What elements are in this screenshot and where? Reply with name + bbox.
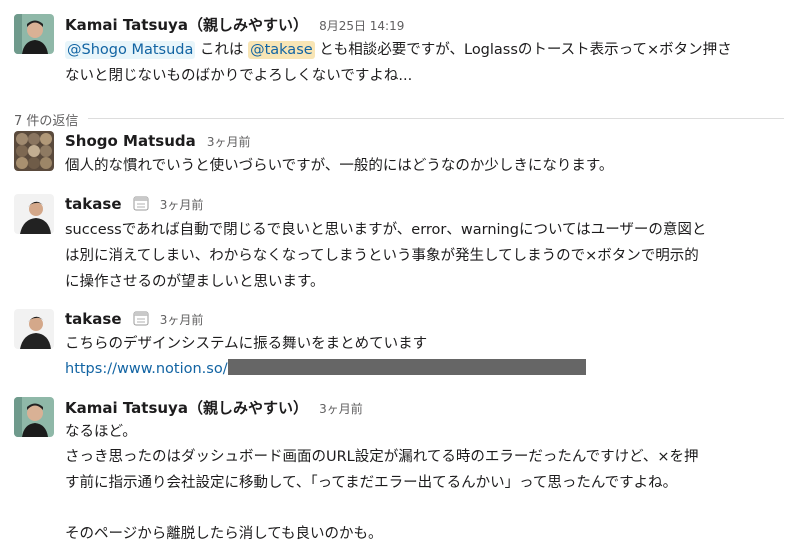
avatar-shogo[interactable] — [14, 131, 54, 171]
message-line: に操作させるのが望ましいと思います。 — [65, 274, 325, 290]
reply-count-divider: 7 件の返信 — [14, 110, 784, 129]
message-header: Kamai Tatsuya（親しみやすい） 3ヶ月前 — [65, 397, 363, 418]
avatar-takase[interactable] — [14, 309, 54, 349]
calendar-emoji-icon[interactable] — [133, 310, 149, 326]
divider-rule — [14, 118, 784, 119]
redacted-url — [227, 359, 586, 375]
message-text: とも相談必要ですが、Loglassのトースト表示って×ボタン押さ — [314, 42, 732, 58]
author-name[interactable]: Kamai Tatsuya（親しみやすい） — [65, 399, 308, 417]
message-line: 個人的な慣れでいうと使いづらいですが、一般的にはどうなのか少しきになります。 — [65, 158, 614, 174]
timestamp[interactable]: 3ヶ月前 — [207, 135, 251, 149]
message-header: Kamai Tatsuya（親しみやすい） 8月25日 14:19 — [65, 14, 404, 35]
message-line: す前に指示通り会社設定に移動して、「ってまだエラー出てるんかい」って思ったんです… — [65, 475, 678, 491]
avatar-kamai[interactable] — [14, 14, 54, 54]
link-line: https://www.notion.so/ — [65, 357, 586, 381]
avatar-kamai[interactable] — [14, 397, 54, 437]
reply-count: 7 件の返信 — [14, 114, 89, 129]
message-header: Shogo Matsuda 3ヶ月前 — [65, 131, 250, 150]
message-line: そのページから離脱したら消しても良いのかも。 — [65, 526, 383, 542]
notion-link[interactable]: https://www.notion.so/ — [65, 361, 228, 377]
message-header: takase 3ヶ月前 — [65, 194, 203, 213]
author-name[interactable]: takase — [65, 310, 122, 328]
message-header: takase 3ヶ月前 — [65, 309, 203, 328]
timestamp[interactable]: 3ヶ月前 — [319, 402, 363, 416]
mention-takase[interactable]: @takase — [248, 41, 315, 59]
message-line: なるほど。 — [65, 424, 137, 440]
timestamp[interactable]: 3ヶ月前 — [160, 198, 204, 212]
message-line: さっき思ったのはダッシュボード画面のURL設定が漏れてる時のエラーだったんですけ… — [65, 449, 699, 465]
message-line: は別に消えてしまい、わからなくなってしまうという事象が発生してしまうので×ボタン… — [65, 248, 699, 264]
message-line: ないと閉じないものばかりでよろしくないですよね... — [65, 68, 413, 84]
avatar-takase[interactable] — [14, 194, 54, 234]
author-name[interactable]: Shogo Matsuda — [65, 132, 196, 150]
timestamp[interactable]: 3ヶ月前 — [160, 313, 204, 327]
calendar-emoji-icon[interactable] — [133, 195, 149, 211]
author-name[interactable]: takase — [65, 195, 122, 213]
message-line: @Shogo Matsuda これは @takase とも相談必要ですが、Log… — [65, 38, 732, 62]
message-line: こちらのデザインシステムに振る舞いをまとめています — [65, 336, 428, 352]
mention-shogo[interactable]: @Shogo Matsuda — [65, 41, 196, 59]
message-line: successであれば自動で閉じるで良いと思いますが、error、warning… — [65, 222, 707, 238]
timestamp[interactable]: 8月25日 14:19 — [319, 19, 404, 33]
message-text: これは — [195, 42, 249, 58]
author-name[interactable]: Kamai Tatsuya（親しみやすい） — [65, 16, 308, 34]
